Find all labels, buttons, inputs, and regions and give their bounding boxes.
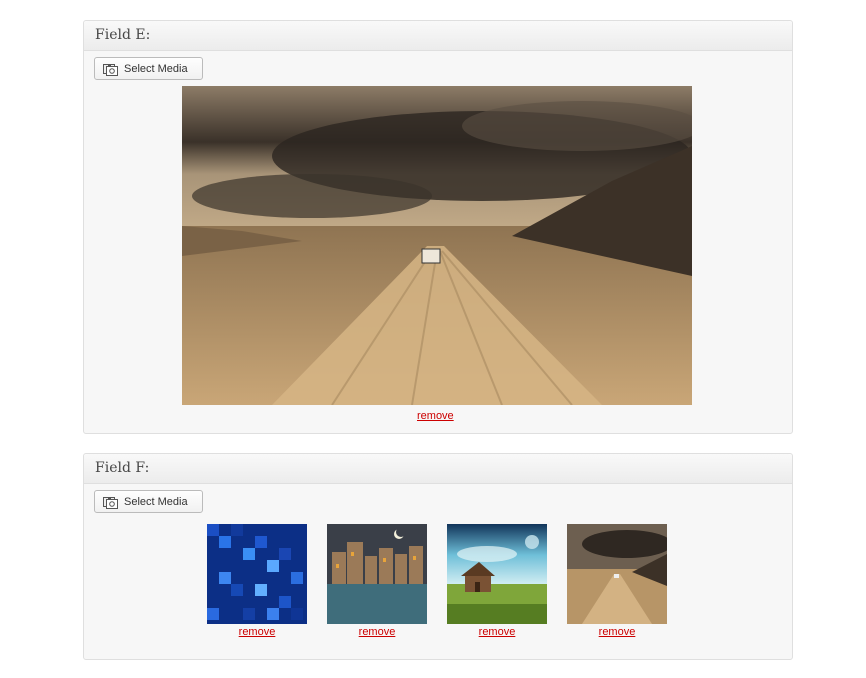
field-f-panel: Field F: Select Media remove remove remo… bbox=[83, 453, 793, 660]
gallery-item: remove bbox=[327, 524, 427, 638]
night-city-image bbox=[327, 524, 427, 624]
gallery-remove-link[interactable]: remove bbox=[207, 627, 307, 638]
gallery-item: remove bbox=[567, 524, 667, 638]
blue-mosaic-image bbox=[207, 524, 307, 624]
field-f-title: Field F: bbox=[95, 460, 150, 476]
media-icon bbox=[103, 63, 118, 76]
field-e-panel: Field E: Select Media remove bbox=[83, 20, 793, 434]
field-e-header: Field E: bbox=[84, 21, 792, 51]
gallery-item: remove bbox=[207, 524, 307, 638]
field-e-select-media-label: Select Media bbox=[124, 62, 188, 75]
gallery-remove-link[interactable]: remove bbox=[567, 627, 667, 638]
field-e-select-media-button[interactable]: Select Media bbox=[94, 57, 203, 80]
gallery-remove-link[interactable]: remove bbox=[327, 627, 427, 638]
gallery-remove-link[interactable]: remove bbox=[447, 627, 547, 638]
field-f-select-media-button[interactable]: Select Media bbox=[94, 490, 203, 513]
field-e-title: Field E: bbox=[95, 27, 151, 43]
media-icon bbox=[103, 496, 118, 509]
field-f-header: Field F: bbox=[84, 454, 792, 484]
field-f-select-media-label: Select Media bbox=[124, 495, 188, 508]
field-e-remove-link[interactable]: remove bbox=[417, 410, 454, 422]
desert-road-storm-image bbox=[182, 86, 692, 405]
desert-road-thumb-image bbox=[567, 524, 667, 624]
house-meadow-image bbox=[447, 524, 547, 624]
gallery-item: remove bbox=[447, 524, 547, 638]
